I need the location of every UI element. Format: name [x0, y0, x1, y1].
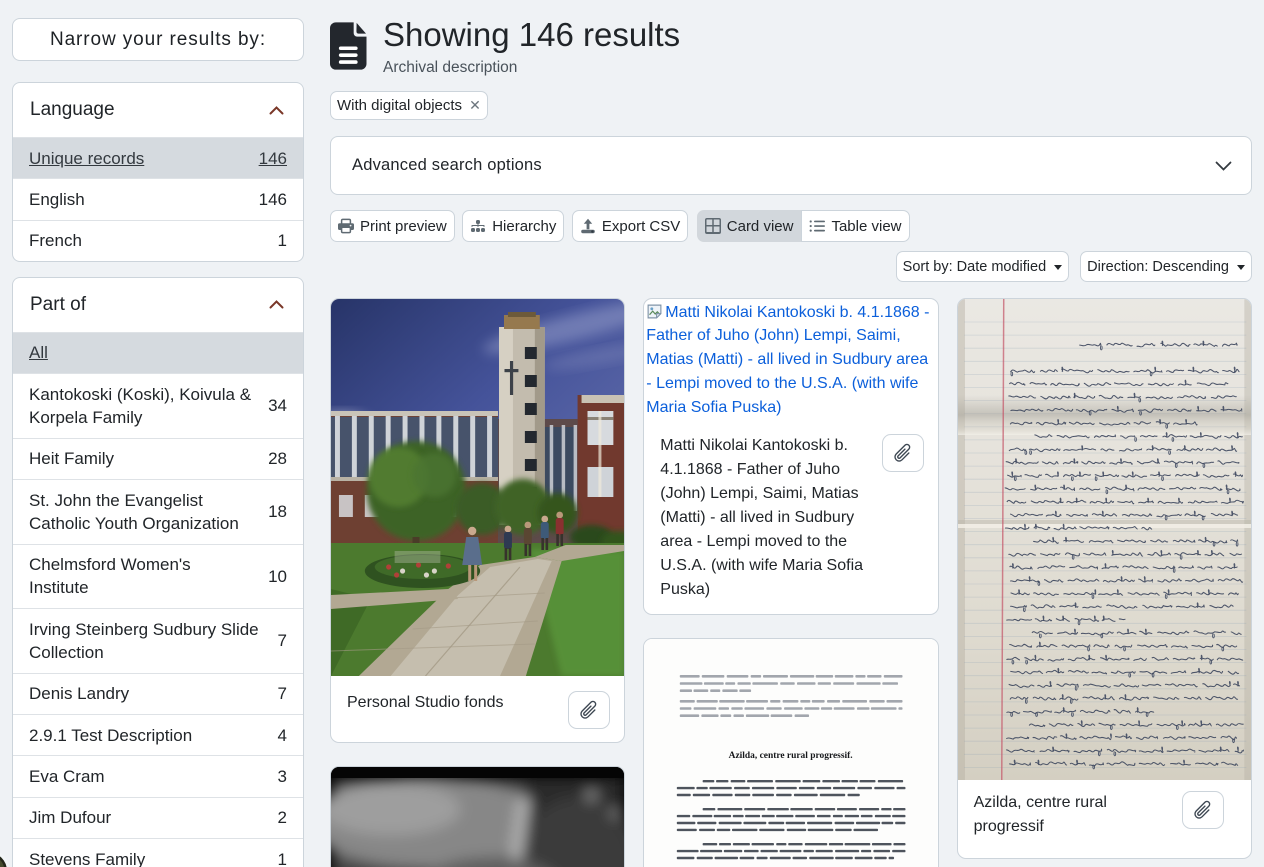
- svg-text:Azilda, centre rural progressi: Azilda, centre rural progressif.: [729, 751, 853, 761]
